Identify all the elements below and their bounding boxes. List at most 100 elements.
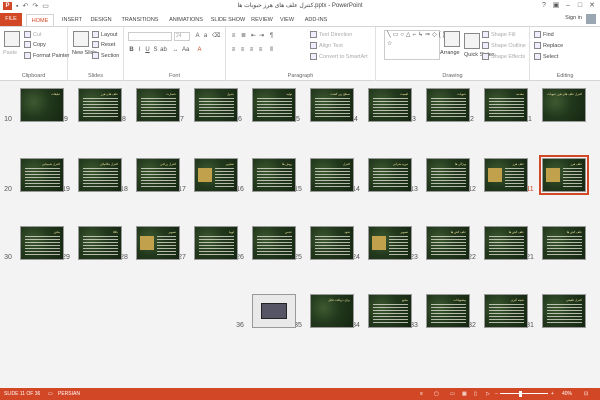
find-button[interactable]: Find (534, 31, 554, 38)
shadow-icon[interactable]: S (152, 46, 159, 54)
layout-button[interactable]: Layout (92, 31, 118, 38)
slide-thumbnail[interactable]: منابع (368, 294, 412, 328)
copy-button[interactable]: Copy (24, 41, 46, 48)
comments-icon[interactable]: ▢ (434, 391, 439, 397)
tab-slide-show[interactable]: SLIDE SHOW (210, 14, 246, 26)
slide-thumbnail[interactable]: تصویر (136, 226, 180, 260)
slide-thumbnail[interactable]: لوبیا (194, 226, 238, 260)
fit-window-icon[interactable]: ⊡ (584, 391, 588, 397)
format-painter-button[interactable]: Format Painter (24, 52, 69, 59)
tab-insert[interactable]: INSERT (58, 14, 86, 26)
tab-review[interactable]: REVIEW (250, 14, 274, 26)
align-text-button[interactable]: Align Text (310, 42, 343, 49)
slide-thumbnail[interactable]: ویژگی ها (426, 158, 470, 192)
font-name-field[interactable] (128, 32, 172, 41)
font-size-field[interactable]: 24 (174, 32, 190, 41)
numbering-icon[interactable]: ≣ (240, 32, 247, 40)
clear-format-icon[interactable]: ⌫ (212, 32, 220, 40)
slide-thumbnail[interactable]: کنترل علف های هرز حبوبات (542, 88, 586, 122)
slide-thumbnail[interactable]: تصویر (368, 226, 412, 260)
spacing-icon[interactable]: ↔ (172, 46, 179, 54)
sign-in-link[interactable]: Sign in (565, 15, 582, 21)
slide-thumbnail[interactable]: دوره بحرانی (368, 158, 412, 192)
paste-icon[interactable] (4, 31, 20, 47)
slide-thumbnail[interactable]: علف هرز (484, 158, 528, 192)
slide-thumbnail[interactable]: علف کش ها (542, 226, 586, 260)
cut-button[interactable]: Cut (24, 31, 42, 38)
indent-icon[interactable]: ⇤ (250, 32, 257, 40)
reading-view-icon[interactable]: ▯ (474, 391, 477, 397)
strike-icon[interactable]: ab (160, 46, 167, 54)
tab-transitions[interactable]: TRANSITIONS (118, 14, 162, 26)
notes-icon[interactable]: ≡ (420, 391, 423, 397)
justify-icon[interactable]: ≡ (257, 46, 264, 54)
slide-thumbnail[interactable]: تولید (252, 88, 296, 122)
slide-thumbnail[interactable] (252, 294, 296, 328)
ribbon-display-icon[interactable]: ▣ (550, 0, 562, 12)
arrange-icon[interactable] (444, 31, 460, 47)
close-icon[interactable]: ✕ (586, 0, 598, 12)
replace-button[interactable]: Replace (534, 42, 563, 49)
slide-thumbnail[interactable]: علف هرز (539, 155, 589, 195)
shapes-gallery[interactable]: ╲▭○△⌐↳⇒◇{}☆ (384, 30, 445, 60)
slide-thumbnail[interactable]: علف کش ها (426, 226, 470, 260)
outdent-icon[interactable]: ⇥ (258, 32, 265, 40)
bold-icon[interactable]: B (128, 46, 135, 54)
slide-thumbnail[interactable]: کنترل شیمیایی (20, 158, 64, 192)
arrange-button[interactable]: Arrange (440, 50, 460, 56)
shape-fill-button[interactable]: Shape Fill (482, 31, 515, 38)
slide-thumbnail[interactable]: ماش (20, 226, 64, 260)
zoom-in-button[interactable]: + (551, 391, 554, 397)
tab-home[interactable]: HOME (26, 14, 54, 26)
columns-icon[interactable]: ⫴ (268, 46, 275, 54)
slide-thumbnail[interactable]: کنترل زراعی (136, 158, 180, 192)
zoom-thumb[interactable] (519, 391, 522, 397)
slide-thumbnail[interactable]: اهمیت (368, 88, 412, 122)
slide-thumbnail[interactable]: علف کش ها (484, 226, 528, 260)
tab-design[interactable]: DESIGN (88, 14, 114, 26)
slide-thumbnail[interactable]: حبوبات (426, 88, 470, 122)
slide-thumbnail[interactable]: تبلیغات (20, 88, 64, 122)
slide-thumbnail[interactable]: برای دریافت فایل (310, 294, 354, 328)
convert-smartart-button[interactable]: Convert to SmartArt (310, 53, 368, 60)
select-button[interactable]: Select (534, 53, 558, 60)
zoom-slider[interactable] (500, 393, 548, 394)
tab-add-ins[interactable]: ADD-INS (302, 14, 330, 26)
quick-styles-icon[interactable] (464, 33, 480, 49)
slide-thumbnail[interactable]: کنترل تلفیقی (542, 294, 586, 328)
tab-view[interactable]: VIEW (278, 14, 296, 26)
bullets-icon[interactable]: ≡ (230, 32, 237, 40)
slide-thumbnail[interactable]: باقلا (78, 226, 122, 260)
shape-outline-button[interactable]: Shape Outline (482, 42, 526, 49)
shrink-font-icon[interactable]: a (202, 32, 209, 40)
language-label[interactable]: PERSIAN (58, 391, 80, 397)
paste-button[interactable]: Paste (3, 50, 17, 56)
slide-thumbnail[interactable]: نتیجه گیری (484, 294, 528, 328)
tab-animations[interactable]: ANIMATIONS (166, 14, 206, 26)
help-icon[interactable]: ? (538, 0, 550, 12)
new-slide-icon[interactable] (73, 31, 89, 47)
align-left-icon[interactable]: ≡ (230, 46, 237, 54)
language-indicator[interactable]: ▭ (48, 391, 53, 397)
slide-thumbnail[interactable]: علف های هرز (78, 88, 122, 122)
slide-thumbnail[interactable]: پیشنهادات (426, 294, 470, 328)
align-center-icon[interactable]: ≡ (239, 46, 246, 54)
normal-view-icon[interactable]: ▭ (450, 391, 455, 397)
font-color-icon[interactable]: A (196, 46, 203, 54)
rtl-icon[interactable]: ¶ (268, 32, 275, 40)
minimize-icon[interactable]: – (562, 0, 574, 12)
grow-font-icon[interactable]: A (194, 32, 201, 40)
case-icon[interactable]: Aa (182, 46, 189, 54)
tab-file[interactable]: FILE (0, 13, 22, 26)
slide-thumbnail[interactable]: سطح زیر کشت (310, 88, 354, 122)
slide-thumbnail[interactable]: خسارت (136, 88, 180, 122)
text-direction-button[interactable]: Text Direction (310, 31, 352, 38)
slide-thumbnail[interactable]: روش ها (252, 158, 296, 192)
slide-thumbnail[interactable]: نخود (310, 226, 354, 260)
slide-thumbnail[interactable]: تصاویر (194, 158, 238, 192)
slide-thumbnail[interactable]: کنترل مکانیکی (78, 158, 122, 192)
slide-thumbnail[interactable]: کنترل (310, 158, 354, 192)
avatar[interactable] (586, 14, 596, 24)
slide-thumbnail[interactable]: جدول (194, 88, 238, 122)
underline-icon[interactable]: U (144, 46, 151, 54)
